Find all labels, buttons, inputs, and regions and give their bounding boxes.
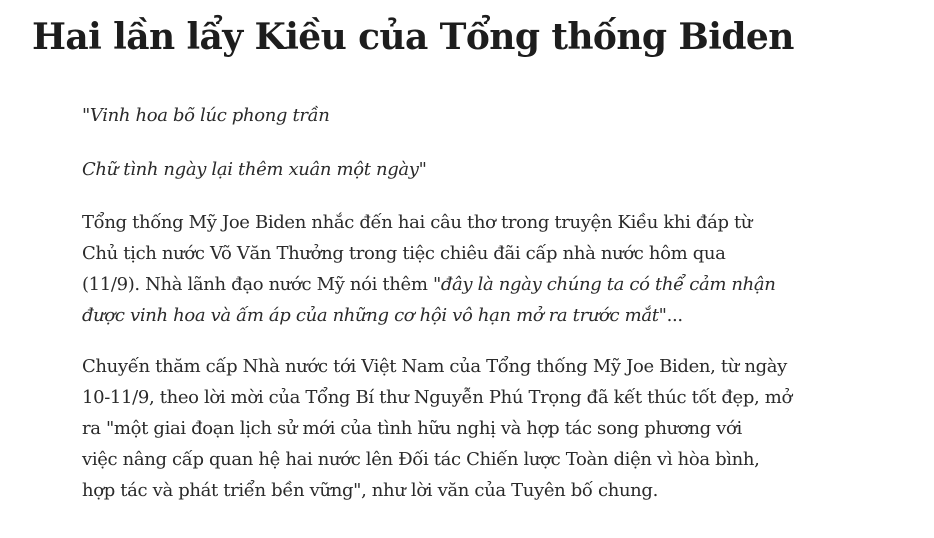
paragraph-1: Tổng thống Mỹ Joe Biden nhắc đến hai câu…	[82, 207, 842, 331]
paragraph-2-line-5: hợp tác và phát triển bền vững", như lời…	[82, 480, 658, 501]
paragraph-1-line-1: Tổng thống Mỹ Joe Biden nhắc đến hai câu…	[82, 212, 753, 233]
verse-line-1: "Vinh hoa bõ lúc phong trần	[82, 105, 330, 126]
verse-line-2: Chữ tình ngày lại thêm xuân một ngày"	[82, 159, 427, 180]
paragraph-1-line-4: được vinh hoa và ấm áp của những cơ hội …	[82, 300, 842, 331]
article: Hai lần lẩy Kiều của Tổng thống Biden "V…	[0, 0, 934, 538]
biden-quote-end: được vinh hoa và ấm áp của những cơ hội …	[82, 305, 667, 326]
biden-quote-start: "đây là ngày chúng ta có thể cảm nhận	[432, 274, 776, 295]
paragraph-2-line-1: Chuyến thăm cấp Nhà nước tới Việt Nam củ…	[82, 356, 787, 377]
paragraph-2-line-3: ra "một giai đoạn lịch sử mới của tình h…	[82, 418, 742, 439]
ellipsis: ...	[666, 305, 683, 326]
article-body: "Vinh hoa bõ lúc phong trần Chữ tình ngà…	[82, 100, 842, 506]
paragraph-1-line-3: (11/9). Nhà lãnh đạo nước Mỹ nói thêm "đ…	[82, 269, 842, 300]
paragraph-1-line-2: Chủ tịch nước Võ Văn Thưởng trong tiệc c…	[82, 243, 726, 264]
paragraph-2-line-2: 10-11/9, theo lời mời của Tổng Bí thư Ng…	[82, 387, 792, 408]
paragraph-2-line-4: việc nâng cấp quan hệ hai nước lên Đối t…	[82, 449, 760, 470]
paragraph-2: Chuyến thăm cấp Nhà nước tới Việt Nam củ…	[82, 351, 842, 506]
article-title: Hai lần lẩy Kiều của Tổng thống Biden	[32, 16, 794, 58]
paragraph-1-line-3-text: (11/9). Nhà lãnh đạo nước Mỹ nói thêm	[82, 274, 433, 295]
